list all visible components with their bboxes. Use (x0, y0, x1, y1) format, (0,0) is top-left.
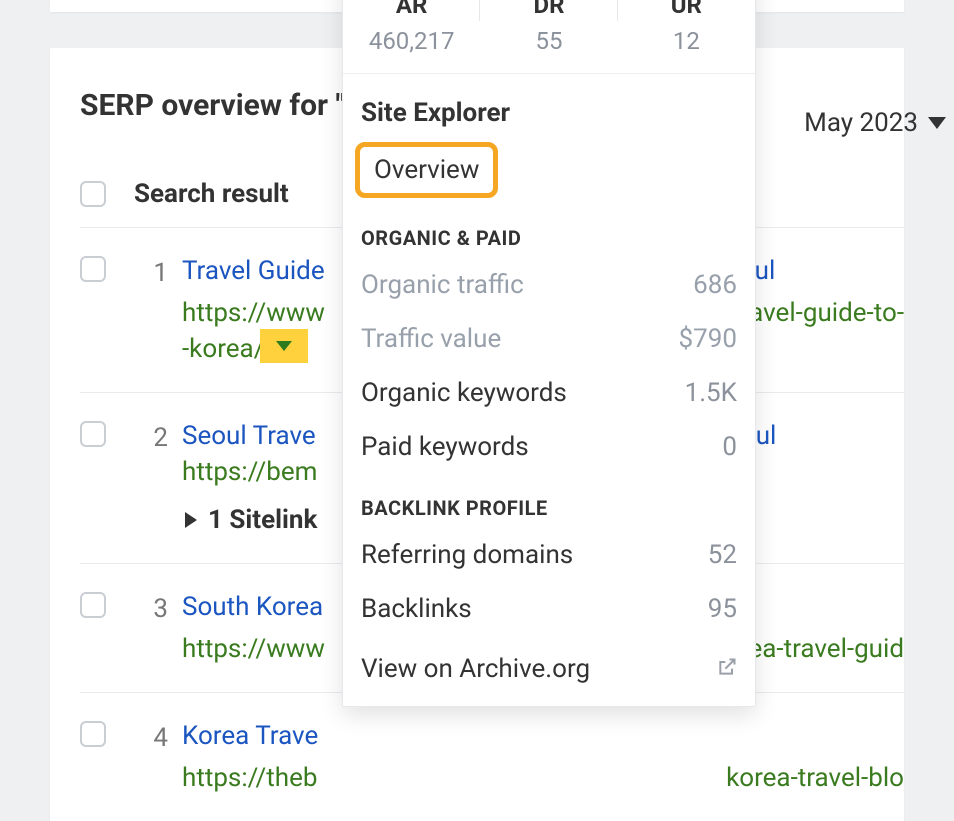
backlinks-item[interactable]: Backlinks 95 (343, 582, 755, 636)
metric-dr[interactable]: DR 55 (480, 0, 617, 55)
metric-ar[interactable]: AR 460,217 (343, 0, 480, 55)
date-label: May 2023 (804, 108, 918, 138)
url-dropdown-button[interactable] (260, 329, 308, 363)
metric-ur[interactable]: UR 12 (618, 0, 755, 55)
result-title-link[interactable]: Korea Trave (182, 721, 904, 751)
chevron-down-icon (276, 341, 292, 351)
overview-link[interactable]: Overview (355, 142, 498, 198)
rank-number: 3 (134, 592, 182, 624)
result-url[interactable]: https://theb (182, 763, 317, 793)
table-row: 4 Korea Trave https://theb korea-travel-… (80, 693, 904, 821)
metrics-bar: AR 460,217 DR 55 UR 12 (343, 0, 755, 74)
row-checkbox[interactable] (80, 721, 106, 747)
organic-paid-header: ORGANIC & PAID (343, 204, 755, 258)
organic-keywords-item[interactable]: Organic keywords 1.5K (343, 366, 755, 420)
external-link-icon (717, 654, 737, 684)
column-search-result[interactable]: Search result (134, 179, 289, 209)
row-checkbox[interactable] (80, 592, 106, 618)
metric-value: 12 (618, 27, 755, 55)
result-title-link[interactable]: ul (756, 421, 777, 451)
metric-key: DR (480, 0, 617, 19)
result-title-link[interactable]: ul (755, 256, 776, 286)
date-picker[interactable]: May 2023 (804, 108, 954, 138)
chevron-down-icon (928, 117, 946, 129)
referring-domains-item[interactable]: Referring domains 52 (343, 528, 755, 582)
rank-number: 2 (134, 421, 182, 453)
metric-key: AR (343, 0, 480, 19)
result-url[interactable]: https://www (182, 298, 325, 328)
archive-org-link[interactable]: View on Archive.org (343, 642, 755, 706)
paid-keywords-item[interactable]: Paid keywords 0 (343, 420, 755, 474)
result-url[interactable]: https://www (182, 634, 325, 664)
metric-value: 55 (480, 27, 617, 55)
result-url[interactable]: korea-travel-blo (726, 763, 904, 793)
backlink-profile-header: BACKLINK PROFILE (343, 474, 755, 528)
traffic-value-item[interactable]: Traffic value $790 (343, 312, 755, 366)
triangle-right-icon (182, 512, 198, 528)
result-body: Korea Trave https://theb korea-travel-bl… (182, 721, 904, 793)
metric-key: UR (618, 0, 755, 19)
result-title-link[interactable]: Seoul Trave (182, 421, 316, 451)
site-explorer-heading: Site Explorer (343, 74, 755, 136)
result-url[interactable]: -korea/ (182, 334, 264, 364)
organic-traffic-item[interactable]: Organic traffic 686 (343, 258, 755, 312)
metric-value: 460,217 (343, 27, 480, 55)
rank-number: 4 (134, 721, 182, 753)
row-checkbox[interactable] (80, 256, 106, 282)
select-all-checkbox[interactable] (80, 181, 106, 207)
rank-number: 1 (134, 256, 182, 288)
row-checkbox[interactable] (80, 421, 106, 447)
site-explorer-dropdown: AR 460,217 DR 55 UR 12 Site Explorer Ove… (342, 0, 756, 707)
result-title-link[interactable]: Travel Guide (182, 256, 325, 286)
